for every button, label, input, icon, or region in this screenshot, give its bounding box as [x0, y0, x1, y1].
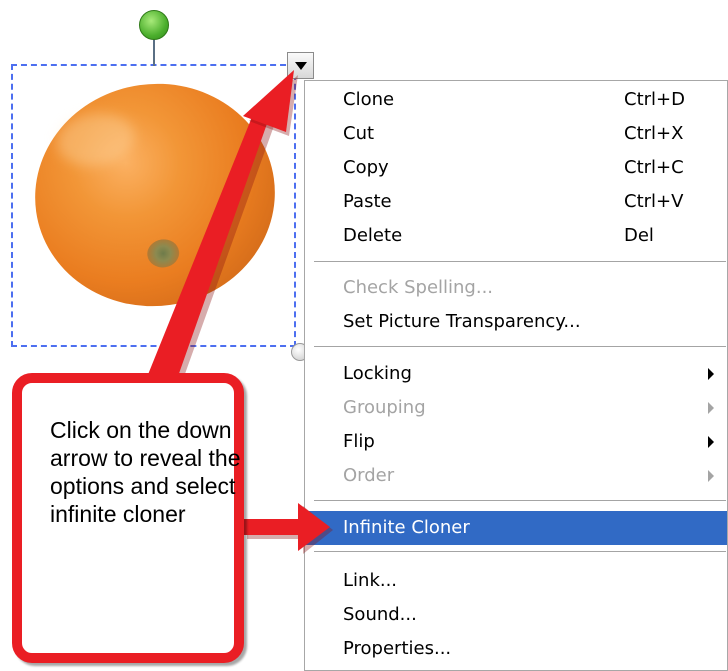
- callout-text: Click on the down arrow to reveal the op…: [50, 417, 241, 527]
- dropdown-arrow-icon: [294, 61, 307, 70]
- menu-item-label: Delete: [343, 225, 403, 246]
- menu-item-label: Order: [343, 465, 395, 486]
- menu-item-label: Infinite Cloner: [343, 517, 470, 538]
- menu-item-label: Cut: [343, 123, 375, 144]
- menu-item-label: Properties...: [343, 638, 452, 659]
- submenu-arrow-icon: [708, 368, 714, 380]
- menu-item-order: Order: [305, 460, 727, 491]
- menu-item-infinite-cloner[interactable]: Infinite Cloner: [305, 511, 727, 545]
- menu-item-locking[interactable]: Locking: [305, 358, 727, 389]
- menu-item-copy[interactable]: Copy Ctrl+C: [305, 152, 727, 183]
- menu-item-paste[interactable]: Paste Ctrl+V: [305, 186, 727, 217]
- menu-item-shortcut: Del: [624, 225, 654, 246]
- submenu-arrow-icon: [708, 436, 714, 448]
- menu-separator: [314, 551, 726, 553]
- menu-item-label: Locking: [343, 363, 412, 384]
- menu-item-label: Sound...: [343, 604, 417, 625]
- menu-separator: [314, 346, 726, 348]
- menu-item-link[interactable]: Link...: [305, 565, 727, 596]
- selection-box: [11, 64, 296, 347]
- menu-item-cut[interactable]: Cut Ctrl+X: [305, 118, 727, 149]
- rotate-handle-icon[interactable]: [139, 10, 169, 40]
- menu-item-label: Check Spelling...: [343, 277, 494, 298]
- menu-item-check-spelling: Check Spelling...: [305, 272, 727, 303]
- menu-item-grouping: Grouping: [305, 392, 727, 423]
- menu-item-clone[interactable]: Clone Ctrl+D: [305, 84, 727, 115]
- menu-item-label: Paste: [343, 191, 392, 212]
- menu-item-shortcut: Ctrl+D: [624, 89, 685, 110]
- menu-item-shortcut: Ctrl+X: [624, 123, 684, 144]
- menu-item-label: Link...: [343, 570, 398, 591]
- menu-separator: [314, 500, 726, 502]
- menu-item-label: Flip: [343, 431, 375, 452]
- object-menu-dropdown-button[interactable]: [287, 52, 314, 79]
- menu-item-sound[interactable]: Sound...: [305, 599, 727, 630]
- menu-item-label: Set Picture Transparency...: [343, 311, 581, 332]
- menu-item-label: Grouping: [343, 397, 426, 418]
- instruction-callout: Click on the down arrow to reveal the op…: [12, 373, 244, 663]
- rotate-handle-stem: [153, 36, 155, 66]
- submenu-arrow-icon: [708, 402, 714, 414]
- menu-item-set-picture-transparency[interactable]: Set Picture Transparency...: [305, 306, 727, 337]
- menu-item-label: Clone: [343, 89, 395, 110]
- menu-item-properties[interactable]: Properties...: [305, 633, 727, 664]
- submenu-arrow-icon: [708, 470, 714, 482]
- menu-item-label: Copy: [343, 157, 389, 178]
- menu-item-delete[interactable]: Delete Del: [305, 220, 727, 251]
- context-menu: Clone Ctrl+D Cut Ctrl+X Copy Ctrl+C Past…: [304, 80, 728, 671]
- menu-item-shortcut: Ctrl+C: [624, 157, 684, 178]
- menu-item-flip[interactable]: Flip: [305, 426, 727, 457]
- menu-separator: [314, 261, 726, 263]
- menu-item-shortcut: Ctrl+V: [624, 191, 684, 212]
